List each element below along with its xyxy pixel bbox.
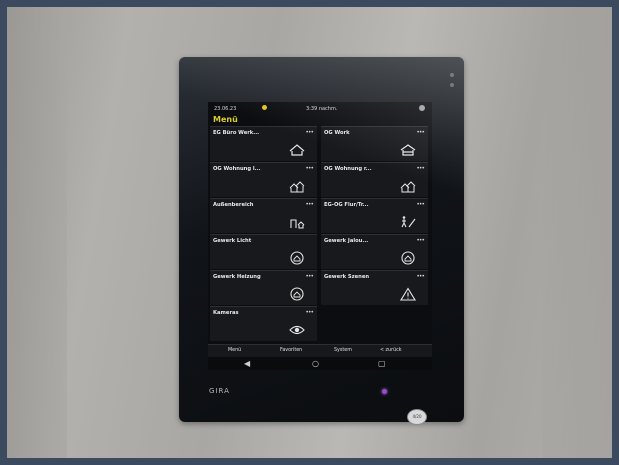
tile-label: Gewerk Szenen (324, 274, 370, 280)
tile-gewerk-heizung[interactable]: Gewerk Heizung ••• (210, 270, 317, 305)
more-icon[interactable]: ••• (305, 309, 314, 316)
nav-menu[interactable]: Menü (228, 348, 241, 353)
tile-kameras[interactable]: Kameras ••• (210, 306, 317, 341)
tile-label: EG-OG Flur/Tr... (324, 202, 369, 208)
more-icon[interactable]: ••• (416, 237, 425, 244)
recent-apps-icon[interactable]: ▢ (378, 359, 386, 368)
tile-label: OG Wohnung l... (213, 166, 261, 172)
tile-label: Gewerk Licht (213, 238, 252, 244)
more-icon[interactable]: ••• (305, 273, 314, 280)
sensor-dot (450, 83, 454, 87)
circle-house-icon (290, 287, 304, 301)
status-bar: 23.06.23 3:39 nachm. (208, 102, 432, 115)
tile-label: EG Büro Werk... (213, 130, 260, 136)
warning-triangle-icon (400, 287, 416, 301)
eye-icon (289, 325, 305, 335)
android-system-bar: ◀ ○ ▢ (208, 357, 432, 370)
back-icon[interactable]: ◀ (244, 359, 250, 368)
tile-label: Außenbereich (213, 202, 254, 208)
stairs-person-icon (401, 216, 416, 228)
house-roof-icon (289, 144, 305, 156)
wall-left (7, 7, 67, 458)
garden-icon (290, 219, 305, 229)
tile-og-wohnung-l[interactable]: OG Wohnung l... ••• (210, 162, 317, 197)
brand-logo: GIRA (209, 387, 230, 395)
tile-label: OG Work (324, 130, 350, 136)
sun-indicator-icon (262, 105, 267, 110)
wall-right (542, 7, 612, 458)
status-led-icon (382, 389, 387, 394)
tile-gewerk-licht[interactable]: Gewerk Licht (210, 234, 317, 269)
house-roof-icon (400, 144, 416, 156)
nav-system[interactable]: System (334, 348, 352, 353)
sensor-dot (450, 73, 454, 77)
more-icon[interactable]: ••• (305, 129, 314, 136)
circle-house-icon (290, 251, 304, 265)
more-icon[interactable]: ••• (416, 129, 425, 136)
tile-eg-og-flur[interactable]: EG-OG Flur/Tr... ••• (321, 198, 428, 233)
tile-og-wohnung-r[interactable]: OG Wohnung r... ••• (321, 162, 428, 197)
houses-icon (400, 181, 416, 193)
nav-favorites[interactable]: Favoriten (280, 348, 302, 353)
houses-icon (289, 181, 305, 193)
more-icon[interactable]: ••• (416, 201, 425, 208)
more-icon[interactable]: ••• (305, 201, 314, 208)
tile-gewerk-szenen[interactable]: Gewerk Szenen ••• (321, 270, 428, 305)
tile-eg-buero[interactable]: EG Büro Werk... ••• (210, 126, 317, 161)
tile-label: Gewerk Heizung (213, 274, 261, 280)
tile-og-work[interactable]: OG Work ••• (321, 126, 428, 161)
more-icon[interactable]: ••• (416, 273, 425, 280)
tile-gewerk-jalousie[interactable]: Gewerk Jalou... ••• (321, 234, 428, 269)
more-icon[interactable]: ••• (305, 165, 314, 172)
device-sensors (450, 73, 454, 93)
circle-house-icon (401, 251, 415, 265)
page-title: Menü (213, 115, 238, 124)
status-time: 3:39 nachm. (306, 106, 338, 112)
profile-icon[interactable] (419, 105, 425, 111)
more-icon[interactable]: ••• (416, 165, 425, 172)
status-date: 23.06.23 (214, 106, 237, 112)
sticker: 4/20 (407, 409, 427, 425)
tile-label: Gewerk Jalou... (324, 238, 369, 244)
nav-back[interactable]: < zurück (380, 348, 402, 353)
tile-aussenbereich[interactable]: Außenbereich ••• (210, 198, 317, 233)
touch-screen: 23.06.23 3:39 nachm. Menü EG Büro Werk..… (208, 102, 432, 370)
photo-frame: 23.06.23 3:39 nachm. Menü EG Büro Werk..… (0, 0, 619, 465)
tile-label: Kameras (213, 310, 239, 316)
tile-label: OG Wohnung r... (324, 166, 372, 172)
gira-touch-panel: 23.06.23 3:39 nachm. Menü EG Büro Werk..… (179, 57, 464, 422)
bottom-navigation: Menü Favoriten System < zurück (208, 344, 432, 357)
home-icon[interactable]: ○ (312, 359, 319, 368)
